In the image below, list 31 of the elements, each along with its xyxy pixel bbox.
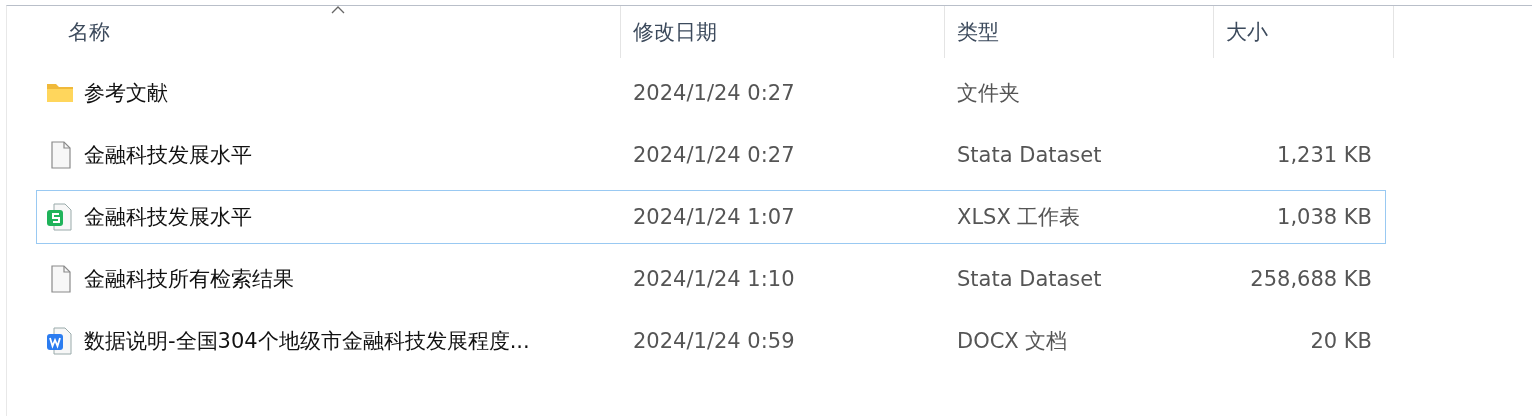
- file-type: DOCX 文档: [957, 329, 1068, 353]
- column-header[interactable]: 类型: [945, 6, 1214, 58]
- file-row[interactable]: 金融科技发展水平 2024/1/24 0:27 Stata Dataset 1,231 KB: [36, 128, 1386, 182]
- modified-date: 2024/1/24 1:10: [633, 267, 795, 291]
- file-type: Stata Dataset: [957, 267, 1102, 291]
- file-size: 1,231 KB: [1277, 143, 1372, 167]
- file-name: 金融科技所有检索结果: [84, 266, 294, 293]
- column-header[interactable]: 大小: [1214, 6, 1394, 58]
- file-size: 20 KB: [1310, 329, 1372, 353]
- file-name: 金融科技发展水平: [84, 204, 252, 231]
- file-type: 文件夹: [957, 81, 1020, 105]
- selected-file-row[interactable]: 金融科技发展水平 2024/1/24 1:07 XLSX 工作表 1,038 KB: [36, 190, 1386, 244]
- file-size: 258,688 KB: [1250, 267, 1372, 291]
- file-row[interactable]: 数据说明-全国304个地级市金融科技发展程度... 2024/1/24 0:59 DOCX 文档 20 KB: [36, 314, 1386, 368]
- word-document-icon: [45, 326, 75, 356]
- file-size: 1,038 KB: [1277, 205, 1372, 229]
- file-name: 数据说明-全国304个地级市金融科技发展程度...: [84, 328, 530, 355]
- modified-date: 2024/1/24 1:07: [633, 205, 795, 229]
- spreadsheet-icon: [45, 202, 75, 232]
- column-header[interactable]: 修改日期: [621, 6, 945, 58]
- modified-date: 2024/1/24 0:27: [633, 143, 795, 167]
- modified-date: 2024/1/24 0:59: [633, 329, 795, 353]
- file-type: Stata Dataset: [957, 143, 1102, 167]
- file-row[interactable]: 金融科技所有检索结果 2024/1/24 1:10 Stata Dataset 258,688 KB: [36, 252, 1386, 306]
- file-type: XLSX 工作表: [957, 205, 1081, 229]
- sort-caret-icon: [331, 6, 345, 14]
- modified-date: 2024/1/24 0:27: [633, 81, 795, 105]
- file-row[interactable]: 参考文献 2024/1/24 0:27 文件夹: [36, 66, 1386, 120]
- file-name: 金融科技发展水平: [84, 142, 252, 169]
- column-header[interactable]: 名称: [44, 6, 621, 58]
- file-name: 参考文献: [84, 80, 168, 107]
